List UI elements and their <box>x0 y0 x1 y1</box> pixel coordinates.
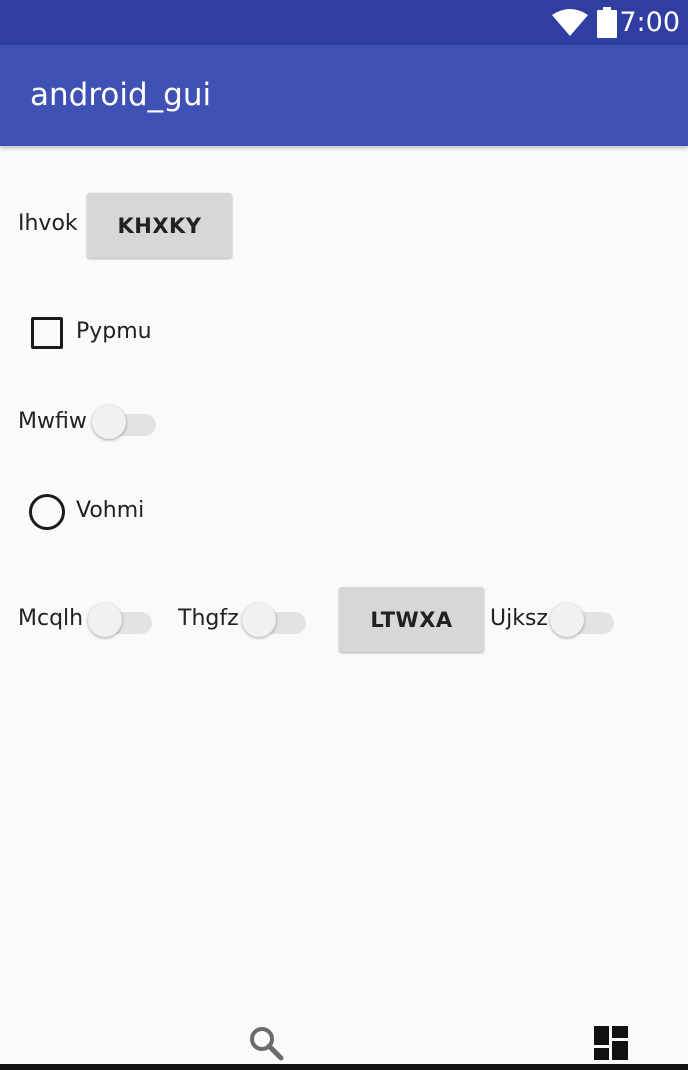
mcqlh-switch[interactable] <box>88 600 156 640</box>
thgfz-label: Thgfz <box>178 606 239 631</box>
checkbox-box[interactable] <box>31 317 63 349</box>
switch-thumb[interactable] <box>88 603 122 637</box>
ihvok-label: Ihvok <box>18 211 78 236</box>
switch-thumb[interactable] <box>92 405 126 439</box>
search-icon[interactable] <box>248 1025 284 1061</box>
battery-icon <box>597 7 617 38</box>
status-bar: 7:00 <box>0 0 688 45</box>
switch-thumb[interactable] <box>550 603 584 637</box>
ujksz-label: Ujksz <box>490 606 548 631</box>
app-title: android_gui <box>30 77 212 113</box>
mwfiw-switch[interactable] <box>92 402 160 442</box>
bottom-edge <box>0 1064 688 1070</box>
thgfz-switch[interactable] <box>242 600 310 640</box>
radio-circle[interactable] <box>29 494 65 530</box>
ltwxa-button[interactable]: LTWXA <box>339 587 484 652</box>
pypmu-label: Pypmu <box>76 319 152 344</box>
vohmi-label: Vohmi <box>76 498 145 523</box>
khxky-button[interactable]: KHXKY <box>87 193 232 258</box>
wifi-icon <box>552 9 588 36</box>
app-bar: android_gui <box>0 45 688 146</box>
ujksz-switch[interactable] <box>550 600 618 640</box>
mcqlh-label: Mcqlh <box>18 606 84 631</box>
dashboard-icon[interactable] <box>594 1026 628 1060</box>
status-time: 7:00 <box>619 7 680 38</box>
switch-thumb[interactable] <box>242 603 276 637</box>
mwfiw-label: Mwfiw <box>18 409 87 434</box>
